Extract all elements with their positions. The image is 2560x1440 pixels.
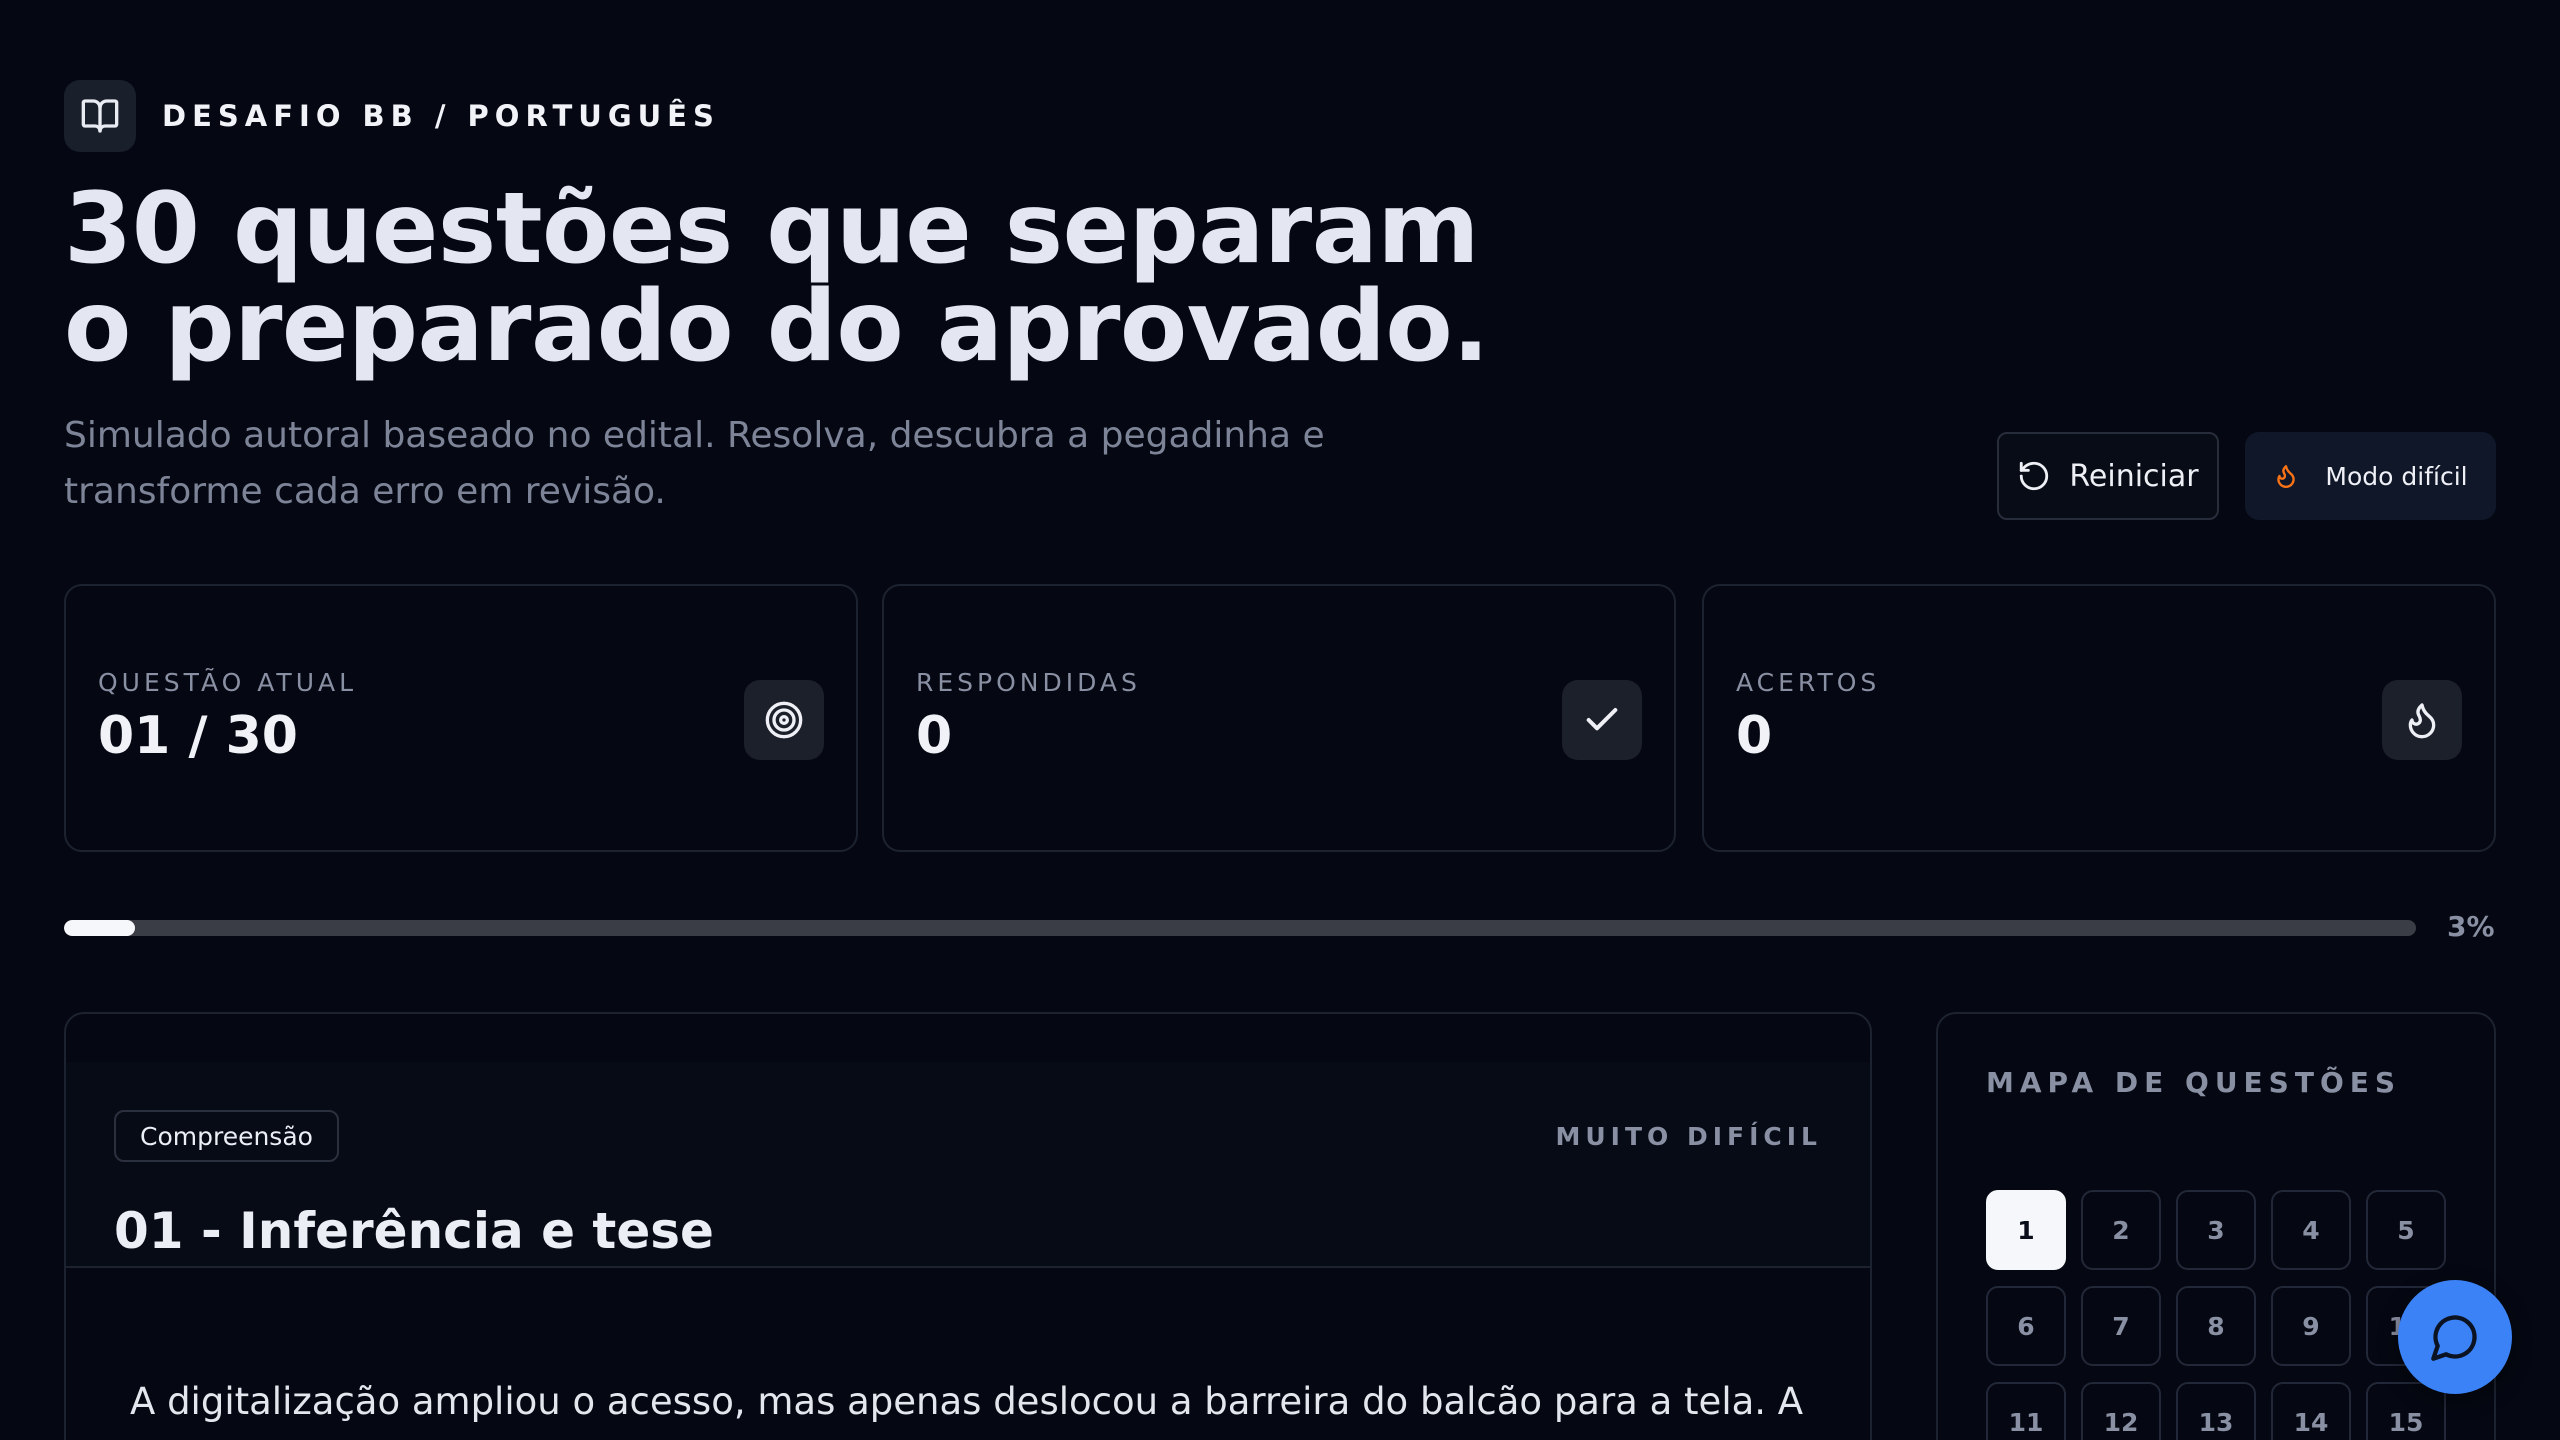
question-topic-tag: Compreensão xyxy=(114,1110,339,1162)
difficulty-label: MUITO DIFÍCIL xyxy=(1555,1122,1822,1151)
restart-button[interactable]: Reiniciar xyxy=(1997,432,2219,520)
page: DESAFIO BB / PORTUGUÊS 30 questões que s… xyxy=(0,0,2560,1440)
stat-value: 0 xyxy=(1736,706,1773,766)
rotate-ccw-icon xyxy=(2020,461,2049,491)
chat-button[interactable] xyxy=(2398,1280,2512,1394)
stat-card-current-question: QUESTÃO ATUAL 01 / 30 xyxy=(64,584,858,852)
question-map-cell[interactable]: 6 xyxy=(1986,1286,2066,1366)
page-title: 30 questões que separam o preparado do a… xyxy=(64,180,1489,376)
breadcrumb: DESAFIO BB / PORTUGUÊS xyxy=(64,80,720,152)
page-subtitle-line: Simulado autoral baseado no edital. Reso… xyxy=(64,415,1325,456)
question-map-cell[interactable]: 2 xyxy=(2081,1190,2161,1270)
book-icon xyxy=(64,80,136,152)
page-title-line: 30 questões que separam xyxy=(64,172,1479,286)
question-map-cell[interactable]: 14 xyxy=(2271,1382,2351,1440)
stat-label: ACERTOS xyxy=(1736,668,1881,697)
question-map-cell[interactable]: 9 xyxy=(2271,1286,2351,1366)
restart-button-label: Reiniciar xyxy=(2069,458,2199,494)
progress-percent: 3% xyxy=(2447,910,2495,943)
question-map-cell[interactable]: 3 xyxy=(2176,1190,2256,1270)
question-map-cell[interactable]: 15 xyxy=(2366,1382,2446,1440)
page-subtitle: Simulado autoral baseado no edital. Reso… xyxy=(64,408,1464,520)
breadcrumb-label: DESAFIO BB / PORTUGUÊS xyxy=(162,99,720,133)
question-map-grid: 123456789101112131415 xyxy=(1986,1190,2446,1440)
target-icon xyxy=(744,680,824,760)
question-map-cell[interactable]: 12 xyxy=(2081,1382,2161,1440)
question-map-cell[interactable]: 5 xyxy=(2366,1190,2446,1270)
hard-mode-button[interactable]: Modo difícil xyxy=(2245,432,2496,520)
page-title-line: o preparado do aprovado. xyxy=(64,270,1489,384)
question-map-cell[interactable]: 1 xyxy=(1986,1190,2066,1270)
question-header: Compreensão MUITO DIFÍCIL 01 - Inferênci… xyxy=(66,1062,1870,1268)
stat-label: QUESTÃO ATUAL xyxy=(98,668,358,697)
flame-icon xyxy=(2382,680,2462,760)
hard-mode-button-label: Modo difícil xyxy=(2325,461,2468,491)
question-text: A digitalização ampliou o acesso, mas ap… xyxy=(130,1380,1804,1423)
progress-bar-fill xyxy=(64,920,135,936)
check-icon xyxy=(1562,680,1642,760)
stat-value: 01 / 30 xyxy=(98,706,298,766)
stat-card-correct: ACERTOS 0 xyxy=(1702,584,2496,852)
question-title: 01 - Inferência e tese xyxy=(114,1202,714,1260)
question-card: Compreensão MUITO DIFÍCIL 01 - Inferênci… xyxy=(64,1012,1872,1440)
chat-bubble-icon xyxy=(2431,1315,2477,1361)
question-map-cell[interactable]: 7 xyxy=(2081,1286,2161,1366)
stat-card-answered: RESPONDIDAS 0 xyxy=(882,584,1676,852)
flame-icon xyxy=(2277,465,2296,488)
question-map-cell[interactable]: 11 xyxy=(1986,1382,2066,1440)
stat-label: RESPONDIDAS xyxy=(916,668,1141,697)
page-subtitle-line: transforme cada erro em revisão. xyxy=(64,471,666,512)
progress-bar xyxy=(64,920,2416,936)
question-map-cell[interactable]: 13 xyxy=(2176,1382,2256,1440)
question-map-cell[interactable]: 4 xyxy=(2271,1190,2351,1270)
question-map-title: MAPA DE QUESTÕES xyxy=(1986,1066,2402,1099)
stat-value: 0 xyxy=(916,706,953,766)
question-map: MAPA DE QUESTÕES 123456789101112131415 xyxy=(1936,1012,2496,1440)
question-map-cell[interactable]: 8 xyxy=(2176,1286,2256,1366)
